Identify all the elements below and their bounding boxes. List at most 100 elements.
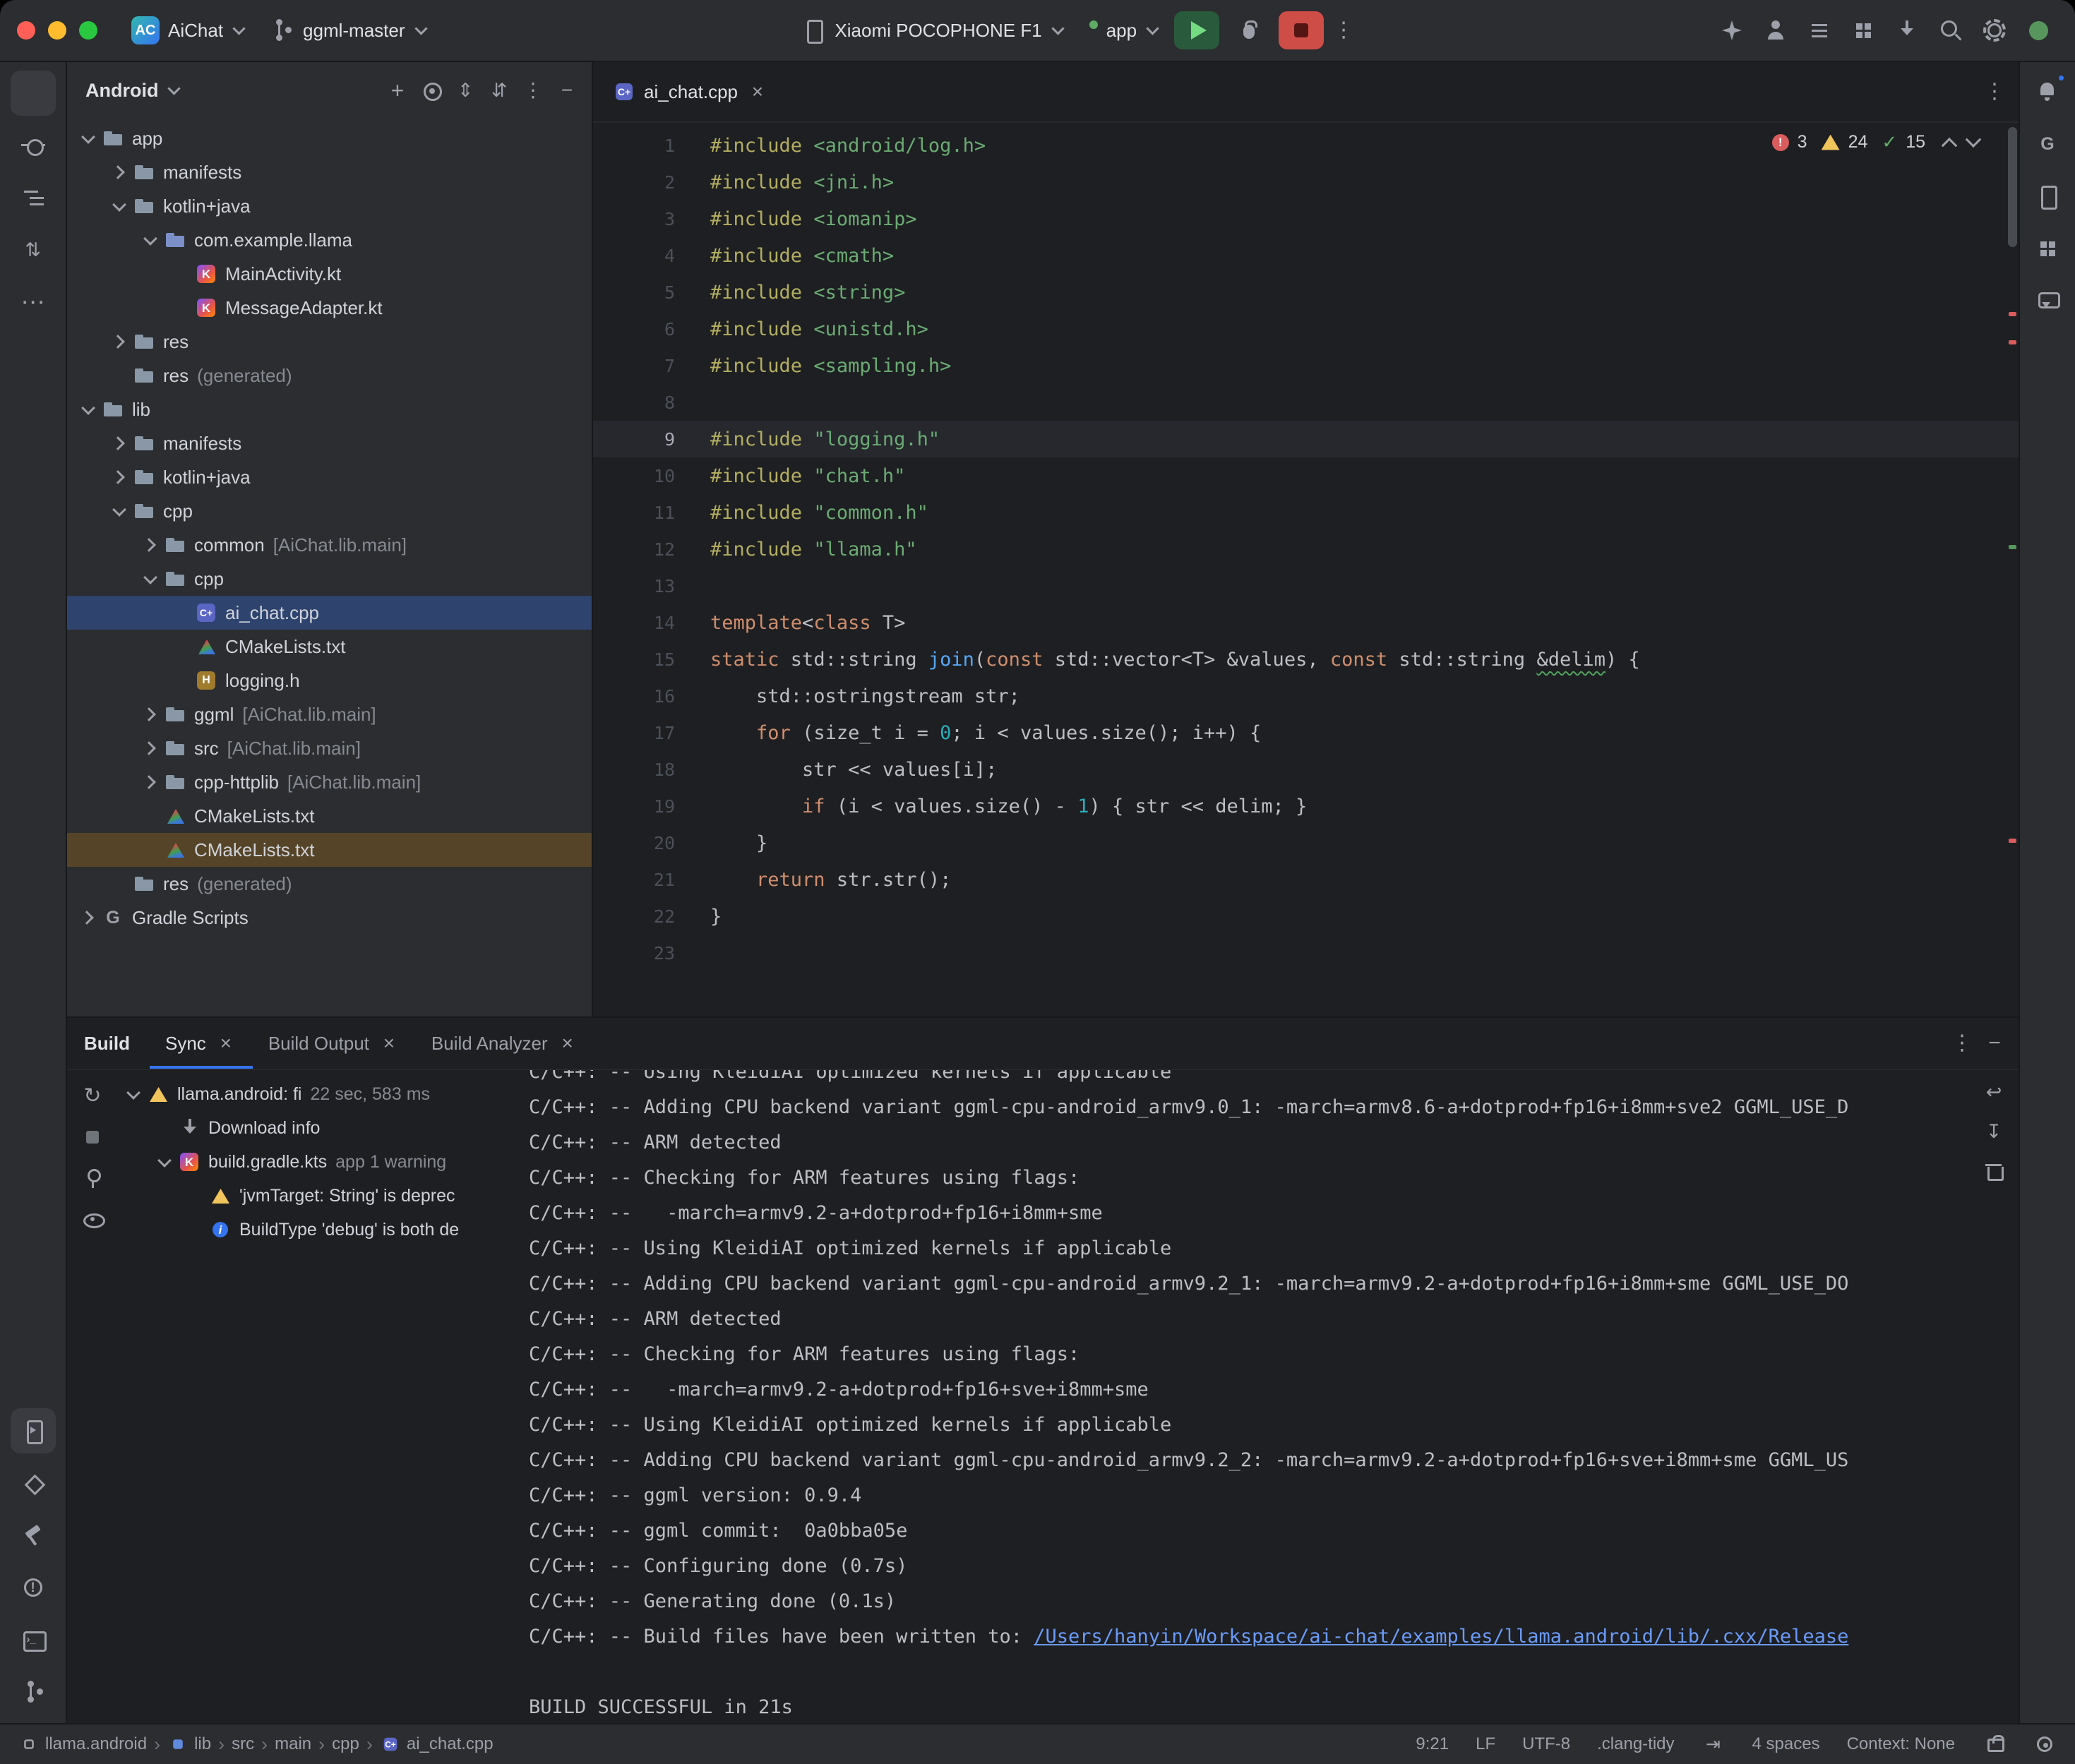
project-tree-item[interactable]: MessageAdapter.kt (67, 291, 592, 325)
chevron-right-icon[interactable] (108, 466, 131, 488)
code-line[interactable]: 17 for (size_t i = 0; i < values.size();… (593, 714, 2019, 751)
project-tree-item[interactable]: manifests (67, 155, 592, 189)
project-tree-item[interactable]: res(generated) (67, 867, 592, 901)
status-4-spaces[interactable]: 4 spaces (1752, 1734, 1820, 1754)
chevron-down-icon[interactable] (122, 1083, 145, 1105)
project-tree-item[interactable]: common[AiChat.lib.main] (67, 528, 592, 562)
breadcrumb-item[interactable]: ai_chat.cpp (380, 1734, 494, 1755)
panel-options-button[interactable] (517, 74, 549, 107)
project-selector[interactable]: AC AiChat (121, 11, 253, 50)
hide-panel-button[interactable] (551, 74, 583, 107)
todo-list-button[interactable] (1800, 12, 1839, 49)
close-tab-icon[interactable] (215, 1032, 237, 1055)
code-line[interactable]: 13 (593, 568, 2019, 604)
chevron-down-icon[interactable] (139, 568, 162, 590)
project-tree-item[interactable]: cpp (67, 562, 592, 596)
version-control-button[interactable] (11, 1669, 56, 1715)
code-line[interactable]: 5#include <string> (593, 274, 2019, 311)
build-tree-item[interactable]: llama.android: fi22 sec, 583 ms (118, 1077, 510, 1111)
chevron-right-icon[interactable] (108, 432, 131, 455)
chevron-right-icon[interactable] (108, 330, 131, 353)
code-line[interactable]: 3#include <iomanip> (593, 200, 2019, 237)
code-line[interactable]: 12#include "llama.h" (593, 531, 2019, 568)
gradle-button[interactable] (2025, 121, 2070, 167)
project-tree-item[interactable]: cpp-httplib[AiChat.lib.main] (67, 765, 592, 799)
code-area[interactable]: 1#include <android/log.h>2#include <jni.… (593, 123, 2019, 1016)
status-utf-8[interactable]: UTF-8 (1522, 1734, 1570, 1754)
search-everywhere-button[interactable] (1931, 12, 1971, 49)
code-line[interactable]: 23 (593, 935, 2019, 971)
editor-options-icon[interactable] (1982, 79, 2007, 104)
build-tree-item[interactable]: BuildType 'debug' is both de (118, 1213, 510, 1247)
build-tree-item[interactable]: Download info (118, 1111, 510, 1145)
close-tab-icon[interactable] (378, 1032, 400, 1055)
code-line[interactable]: 20 } (593, 824, 2019, 861)
build-tab-build-analyzer[interactable]: Build Analyzer (416, 1018, 594, 1069)
debug-button[interactable] (1226, 11, 1272, 49)
project-tree-item[interactable]: app (67, 121, 592, 155)
project-tree-item[interactable]: MainActivity.kt (67, 257, 592, 291)
app-quality-insights-button[interactable] (2025, 278, 2070, 323)
device-selector[interactable]: Xiaomi POCOPHONE F1 (791, 12, 1072, 49)
project-tree-item[interactable]: res (67, 325, 592, 359)
locate-file-button[interactable] (415, 74, 448, 107)
running-devices-button[interactable] (11, 1408, 56, 1453)
project-tree-item[interactable]: kotlin+java (67, 189, 592, 223)
expand-all-button[interactable] (449, 74, 482, 107)
more-run-options-icon[interactable] (1331, 18, 1356, 43)
next-issue-icon[interactable] (1966, 131, 1982, 148)
code-line[interactable]: 19 if (i < values.size() - 1) { str << d… (593, 788, 2019, 824)
project-tree-item[interactable]: com.example.llama (67, 223, 592, 257)
structure-button[interactable] (11, 175, 56, 220)
chevron-right-icon[interactable] (139, 737, 162, 760)
project-tree-item[interactable]: Gradle Scripts (67, 901, 592, 935)
build-tab-sync[interactable]: Sync (150, 1018, 253, 1069)
chevron-right-icon[interactable] (139, 771, 162, 793)
editor-scrollbar[interactable] (2006, 123, 2019, 1016)
code-line[interactable]: 8 (593, 384, 2019, 421)
project-tree-item[interactable]: lib (67, 392, 592, 426)
chevron-down-icon[interactable] (153, 1151, 176, 1173)
fullscreen-window-button[interactable] (79, 21, 97, 40)
status--clang-tidy[interactable]: .clang-tidy (1597, 1734, 1674, 1754)
code-line[interactable]: 14template<class T> (593, 604, 2019, 641)
project-tree-item[interactable]: CMakeLists.txt (67, 630, 592, 664)
lock-open-widget[interactable] (1982, 1732, 2006, 1756)
settings-button[interactable] (1975, 12, 2014, 49)
close-window-button[interactable] (17, 21, 35, 40)
code-line[interactable]: 16 std::ostringstream str; (593, 678, 2019, 714)
chevron-right-icon[interactable] (139, 703, 162, 726)
editor-tab-ai-chat-cpp[interactable]: ai_chat.cpp (593, 62, 789, 121)
add-button[interactable] (381, 74, 414, 107)
code-line[interactable]: 6#include <unistd.h> (593, 311, 2019, 347)
chevron-right-icon[interactable] (139, 534, 162, 556)
build-tree-item[interactable]: 'jvmTarget: String' is deprec (118, 1179, 510, 1213)
chevron-down-icon[interactable] (77, 398, 100, 421)
layout-inspector-button[interactable] (2025, 226, 2070, 271)
status-9-21[interactable]: 9:21 (1416, 1734, 1449, 1754)
run-button[interactable] (1174, 11, 1219, 49)
minimize-window-button[interactable] (48, 21, 66, 40)
terminal-button[interactable] (11, 1617, 56, 1662)
scrollbar-thumb[interactable] (2008, 127, 2017, 247)
project-tree-item[interactable]: kotlin+java (67, 460, 592, 494)
device-manager-button[interactable] (2025, 174, 2070, 219)
close-tab-icon[interactable] (746, 80, 769, 103)
code-line[interactable]: 10#include "chat.h" (593, 457, 2019, 494)
run-configuration-selector[interactable]: app (1080, 14, 1167, 47)
breadcrumb-item[interactable]: main (275, 1734, 311, 1754)
chevron-down-icon[interactable] (108, 195, 131, 217)
more-tool-windows-button[interactable] (11, 280, 56, 325)
build-hammer-button[interactable] (11, 1513, 56, 1558)
breadcrumb-item[interactable]: cpp (332, 1734, 359, 1754)
code-line[interactable]: 4#include <cmath> (593, 237, 2019, 274)
code-with-me-button[interactable] (1756, 12, 1795, 49)
ai-assistant-button[interactable] (1712, 12, 1752, 49)
breadcrumb-item[interactable]: llama.android (18, 1734, 147, 1755)
console-link[interactable]: /Users/hanyin/Workspace/ai-chat/examples… (1034, 1626, 1848, 1648)
project-tree-item[interactable]: CMakeLists.txt (67, 799, 592, 833)
code-line[interactable]: 9#include "logging.h" (593, 421, 2019, 457)
build-tree-item[interactable]: build.gradle.ktsapp 1 warning (118, 1145, 510, 1179)
stop-button[interactable] (1279, 11, 1324, 49)
status-lf[interactable]: LF (1476, 1734, 1495, 1754)
